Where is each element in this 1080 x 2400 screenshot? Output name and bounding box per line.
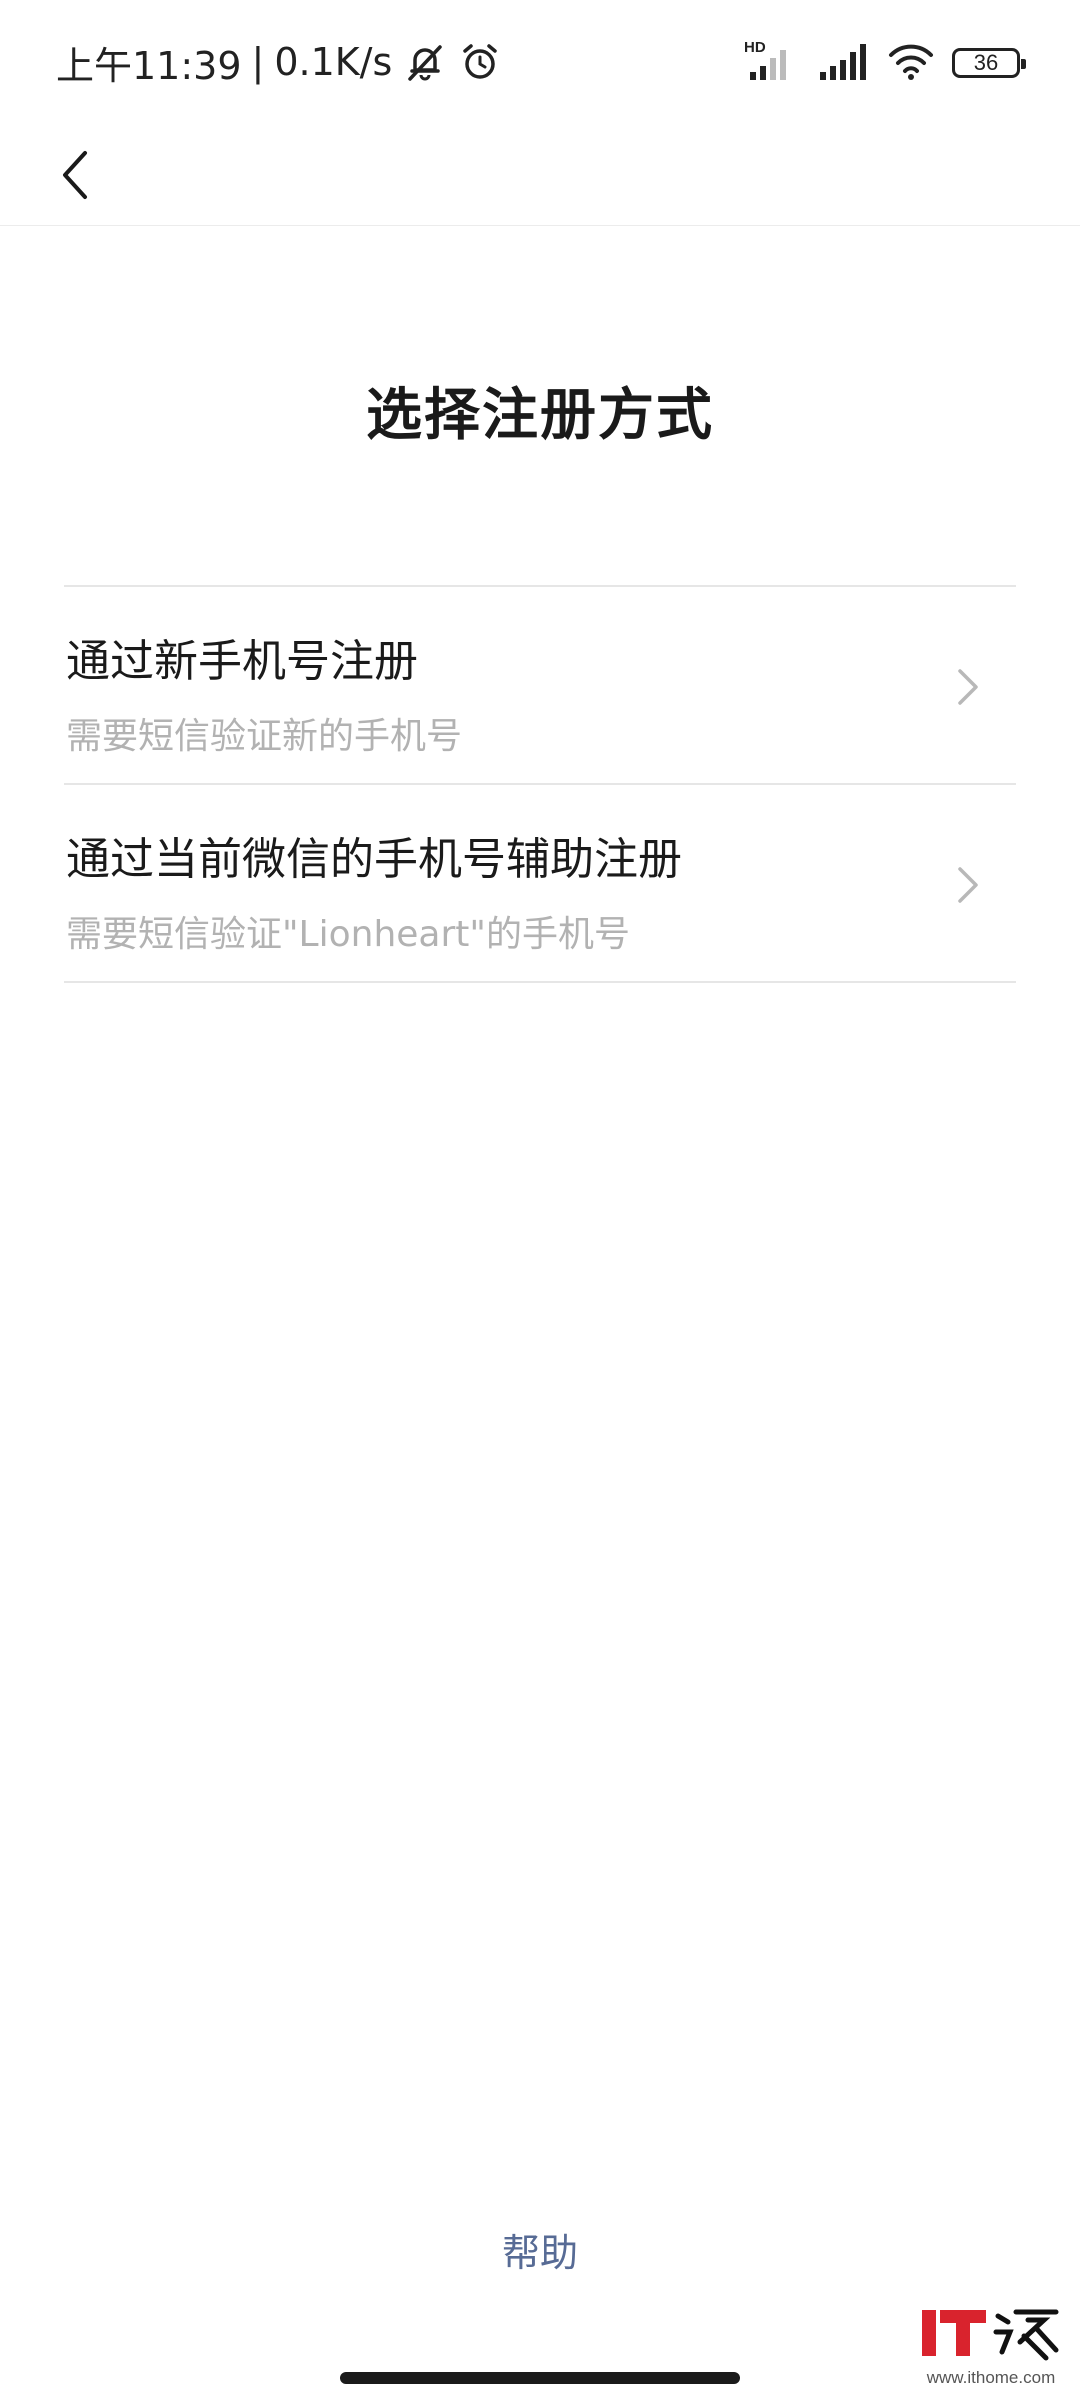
status-net-speed: 0.1K/s <box>274 40 393 84</box>
back-button[interactable] <box>30 130 120 220</box>
watermark-url: www.ithome.com <box>926 2368 1056 2387</box>
page-title: 选择注册方式 <box>366 383 714 448</box>
status-left: 上午11:39 | 0.1K/s <box>56 36 502 88</box>
status-bar: 上午11:39 | 0.1K/s HD 36 <box>0 0 1080 120</box>
alarm-clock-icon <box>458 40 502 84</box>
battery-level: 36 <box>973 50 999 75</box>
network-badge-text: HD <box>744 39 766 56</box>
signal-icon <box>818 38 870 88</box>
register-method-page: 上午11:39 | 0.1K/s HD 36 选择注册方式 通过新手机号注册 需… <box>0 0 1080 2400</box>
status-right: HD 36 <box>744 38 1026 88</box>
option-subtitle: 需要短信验证"Lionheart"的手机号 <box>66 914 630 955</box>
battery-icon: 36 <box>952 48 1026 78</box>
ithome-watermark: www.ithome.com <box>916 2302 1066 2394</box>
register-option-list: 通过新手机号注册 需要短信验证新的手机号 通过当前微信的手机号辅助注册 需要短信… <box>64 585 1016 983</box>
option-subtitle: 需要短信验证新的手机号 <box>66 716 463 757</box>
option-title: 通过新手机号注册 <box>66 636 418 687</box>
home-indicator[interactable] <box>340 2372 740 2384</box>
option-current-wechat-phone[interactable]: 通过当前微信的手机号辅助注册 需要短信验证"Lionheart"的手机号 <box>64 785 1016 983</box>
option-new-phone[interactable]: 通过新手机号注册 需要短信验证新的手机号 <box>64 587 1016 785</box>
chevron-right-icon <box>958 669 978 705</box>
wifi-icon <box>888 41 934 85</box>
ithome-logo-icon <box>922 2309 1059 2361</box>
status-separator: | <box>251 40 265 84</box>
chevron-right-icon <box>958 867 978 903</box>
status-time: 上午11:39 <box>56 43 242 88</box>
option-title: 通过当前微信的手机号辅助注册 <box>66 834 682 885</box>
nav-bar <box>0 120 1080 226</box>
signal-hd-icon: HD <box>744 38 800 88</box>
mute-bell-icon <box>402 39 448 85</box>
help-link[interactable]: 帮助 <box>0 2222 1080 2277</box>
chevron-left-icon <box>63 151 87 199</box>
